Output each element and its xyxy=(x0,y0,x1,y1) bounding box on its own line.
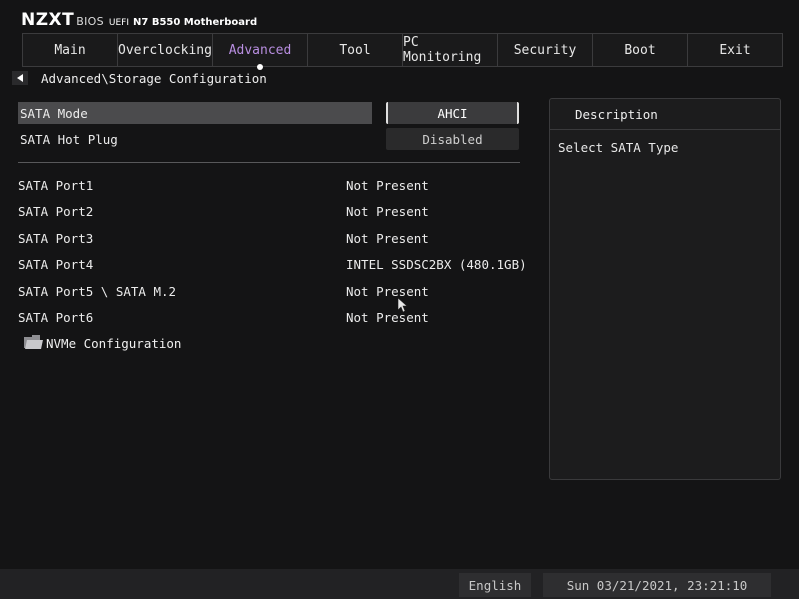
sata-mode-value-button[interactable]: AHCI xyxy=(386,102,519,124)
submenu-nvme-configuration[interactable]: NVMe Configuration xyxy=(24,334,181,352)
bios-screen: NZXT BIOS UEFI N7 B550 Motherboard Main … xyxy=(0,0,799,599)
tab-main[interactable]: Main xyxy=(22,34,117,66)
port-label: SATA Port5 \ SATA M.2 xyxy=(18,284,177,299)
brand-bios-label: BIOS xyxy=(76,15,104,28)
description-text: Select SATA Type xyxy=(558,140,679,155)
language-selector[interactable]: English xyxy=(459,573,531,597)
main-tabs: Main Overclocking Advanced Tool PC Monit… xyxy=(22,33,783,70)
tab-boot[interactable]: Boot xyxy=(592,34,687,66)
port-value: Not Present xyxy=(346,310,429,325)
tab-advanced[interactable]: Advanced xyxy=(212,34,307,70)
datetime-display: Sun 03/21/2021, 23:21:10 xyxy=(543,573,771,597)
setting-label-sata-hot-plug: SATA Hot Plug xyxy=(20,131,118,147)
breadcrumb: Advanced\Storage Configuration xyxy=(12,70,267,86)
sata-hot-plug-value-button[interactable]: Disabled xyxy=(386,128,519,150)
port-label: SATA Port4 xyxy=(18,257,94,272)
port-value: Not Present xyxy=(346,231,429,246)
folder-icon xyxy=(24,335,43,349)
port-value: INTEL SSDSC2BX (480.1GB) xyxy=(346,257,527,272)
setting-row-sata-mode[interactable]: SATA Mode xyxy=(18,102,372,124)
description-panel: Description Select SATA Type xyxy=(549,98,781,480)
port-value: Not Present xyxy=(346,204,429,219)
port-value: Not Present xyxy=(346,178,429,193)
setting-row-sata-hot-plug[interactable]: SATA Hot Plug xyxy=(18,128,372,150)
port-label: SATA Port6 xyxy=(18,310,94,325)
setting-label-sata-mode: SATA Mode xyxy=(20,105,88,121)
breadcrumb-text: Advanced\Storage Configuration xyxy=(41,70,267,86)
brand-model: N7 B550 Motherboard xyxy=(133,17,258,28)
brand-header: NZXT BIOS UEFI N7 B550 Motherboard xyxy=(21,10,257,30)
tab-pc-monitoring[interactable]: PC Monitoring xyxy=(402,34,497,66)
back-button[interactable] xyxy=(12,71,28,85)
brand-logo: NZXT xyxy=(21,10,75,30)
brand-uefi-label: UEFI xyxy=(108,18,130,28)
tab-security[interactable]: Security xyxy=(497,34,592,66)
port-label: SATA Port2 xyxy=(18,204,94,219)
port-label: SATA Port1 xyxy=(18,178,94,193)
tab-overclocking[interactable]: Overclocking xyxy=(117,34,212,66)
description-title: Description xyxy=(550,99,780,130)
port-value: Not Present xyxy=(346,284,429,299)
back-arrow-icon xyxy=(17,74,23,82)
port-label: SATA Port3 xyxy=(18,231,94,246)
tab-exit[interactable]: Exit xyxy=(687,34,783,66)
submenu-label: NVMe Configuration xyxy=(46,335,182,351)
tab-tool[interactable]: Tool xyxy=(307,34,402,66)
section-divider xyxy=(18,162,520,163)
